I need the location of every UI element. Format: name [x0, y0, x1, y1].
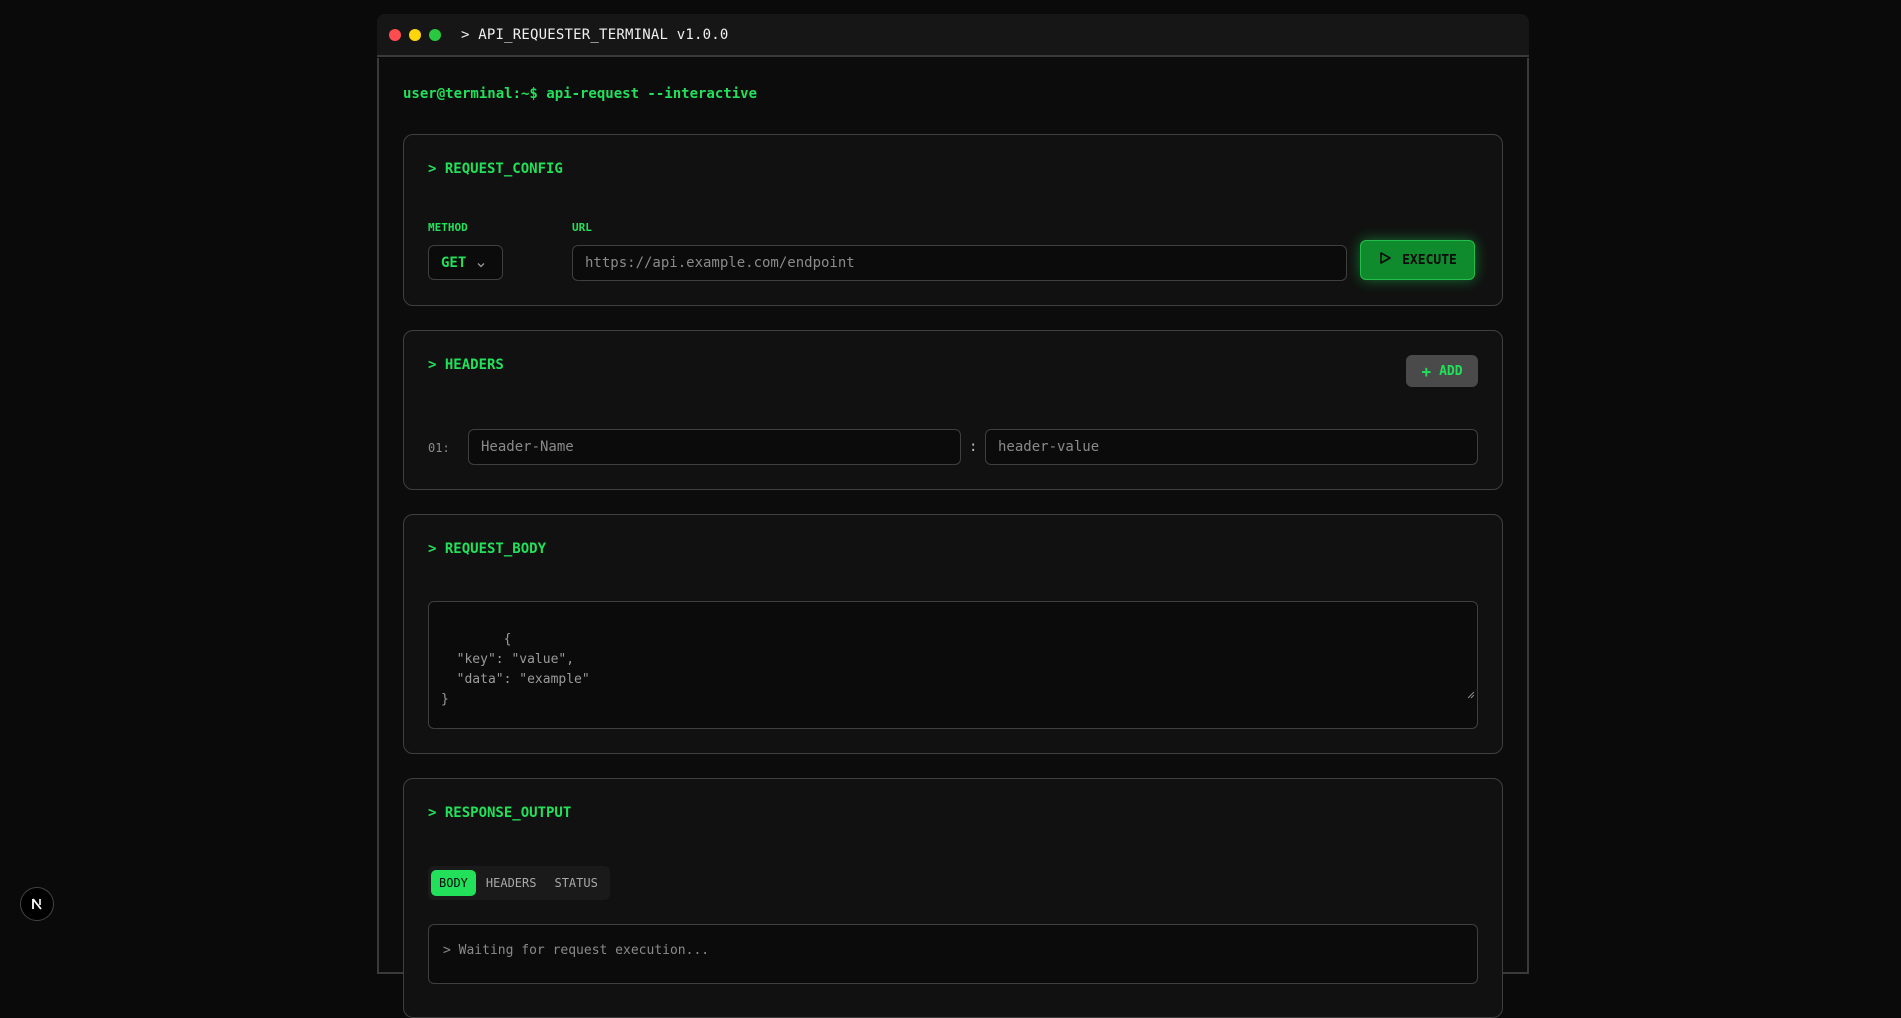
- response-output-card: > RESPONSE_OUTPUT BODY HEADERS STATUS > …: [403, 778, 1503, 1018]
- execute-button[interactable]: EXECUTE: [1360, 240, 1475, 280]
- request-config-title: > REQUEST_CONFIG: [428, 161, 563, 177]
- window-title: > API_REQUESTER_TERMINAL v1.0.0: [461, 26, 729, 43]
- minimize-dot-icon[interactable]: [409, 28, 421, 41]
- method-value: GET: [441, 254, 467, 271]
- request-body-textarea[interactable]: { "key": "value", "data": "example" }: [428, 601, 1478, 729]
- response-tabs: BODY HEADERS STATUS: [428, 866, 610, 900]
- request-body-title: > REQUEST_BODY: [428, 541, 547, 557]
- add-label: ADD: [1439, 363, 1463, 379]
- maximize-dot-icon[interactable]: [429, 28, 441, 41]
- header-row-index: 01:: [428, 441, 450, 455]
- close-dot-icon[interactable]: [389, 28, 401, 41]
- terminal-window: > API_REQUESTER_TERMINAL v1.0.0 user@ter…: [377, 14, 1529, 1018]
- header-name-input[interactable]: Header-Name: [468, 429, 961, 465]
- header-name-placeholder: Header-Name: [481, 439, 574, 455]
- tab-body[interactable]: BODY: [431, 870, 476, 896]
- headers-title: > HEADERS: [428, 357, 504, 373]
- url-placeholder: https://api.example.com/endpoint: [585, 255, 855, 271]
- tab-headers[interactable]: HEADERS: [478, 870, 545, 896]
- chevron-down-icon: [476, 258, 486, 268]
- window-titlebar: > API_REQUESTER_TERMINAL v1.0.0: [377, 14, 1529, 57]
- header-value-placeholder: header-value: [998, 439, 1100, 455]
- header-value-input[interactable]: header-value: [985, 429, 1478, 465]
- url-label: URL: [572, 221, 592, 234]
- tab-status[interactable]: STATUS: [546, 870, 605, 896]
- request-body-card: > REQUEST_BODY { "key": "value", "data":…: [403, 514, 1503, 754]
- execute-label: EXECUTE: [1402, 252, 1457, 268]
- request-body-placeholder: { "key": "value", "data": "example" }: [441, 632, 590, 707]
- add-header-button[interactable]: + ADD: [1406, 355, 1478, 387]
- nextjs-logo-icon[interactable]: [20, 887, 54, 921]
- response-output-box: > Waiting for request execution...: [428, 924, 1478, 984]
- header-separator: :: [969, 439, 978, 455]
- request-config-card: > REQUEST_CONFIG METHOD URL GET https://…: [403, 134, 1503, 306]
- command-prompt: user@terminal:~$ api-request --interacti…: [403, 86, 758, 102]
- plus-icon: +: [1421, 361, 1432, 381]
- url-input[interactable]: https://api.example.com/endpoint: [572, 245, 1347, 281]
- play-icon: [1378, 251, 1402, 269]
- method-select[interactable]: GET: [428, 245, 503, 280]
- headers-card: > HEADERS + ADD 01: Header-Name : header…: [403, 330, 1503, 490]
- method-label: METHOD: [428, 221, 468, 234]
- terminal-body: user@terminal:~$ api-request --interacti…: [377, 58, 1529, 1018]
- resize-handle-icon[interactable]: [1389, 666, 1475, 726]
- response-output-title: > RESPONSE_OUTPUT: [428, 805, 572, 821]
- response-output-text: > Waiting for request execution...: [443, 943, 710, 958]
